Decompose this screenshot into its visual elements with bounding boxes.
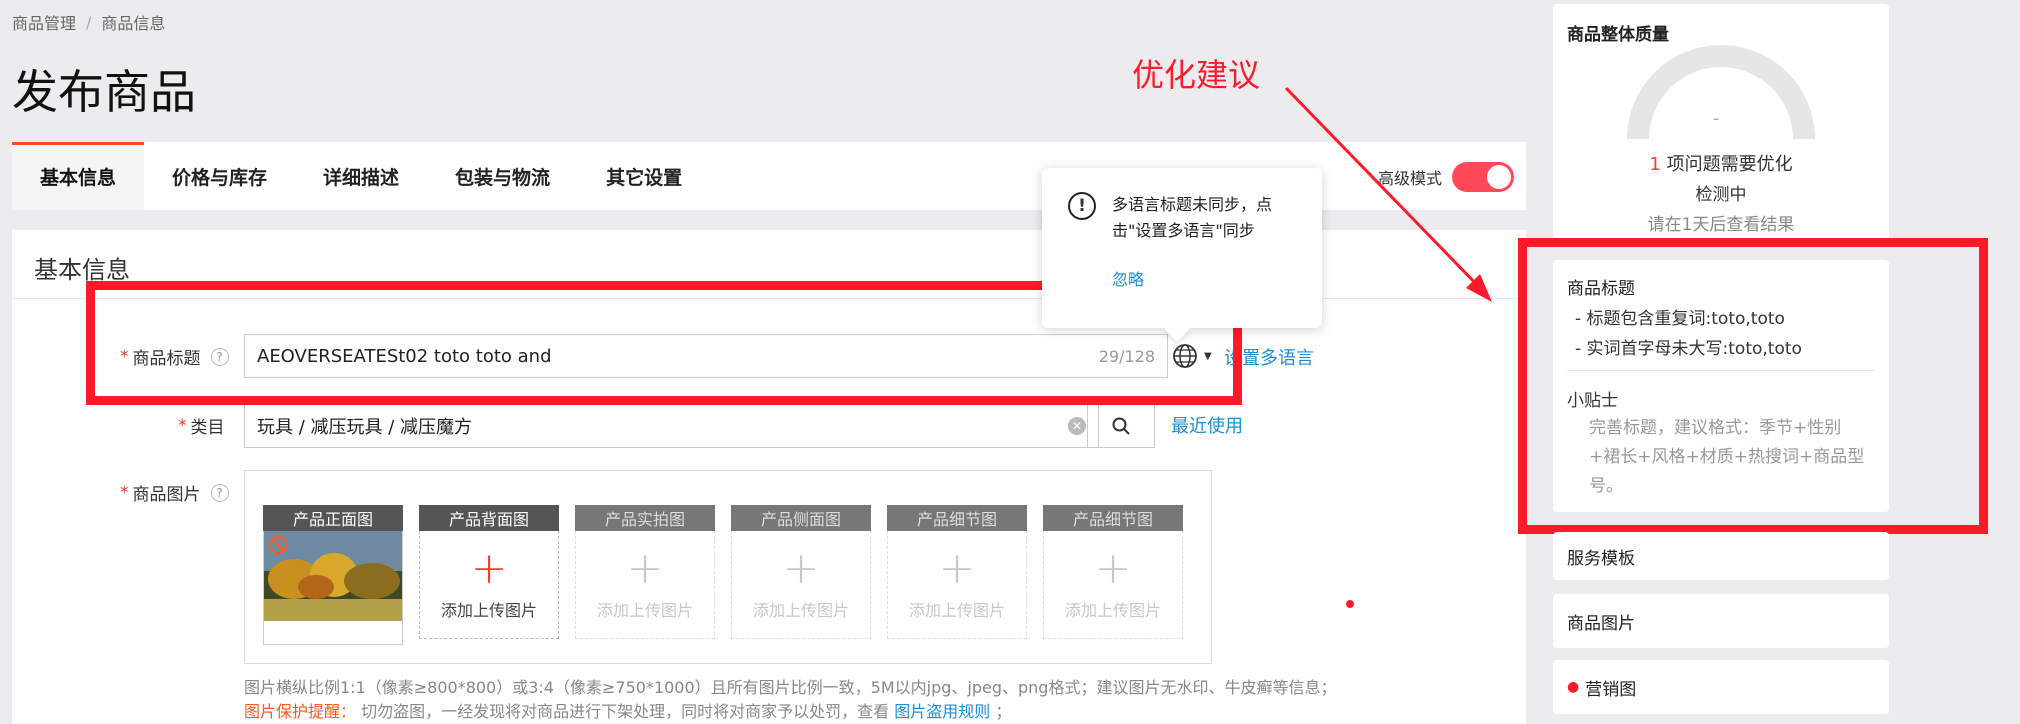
tip-text: 完善标题，建议格式：季节+性别+裙长+风格+材质+热搜词+商品型号。 xyxy=(1589,418,1865,496)
set-multilang-link[interactable]: 设置多语言 xyxy=(1224,344,1314,370)
upload-dropzone: + 添加上传图片 xyxy=(887,531,1027,639)
quality-status: 检测中 xyxy=(1695,185,1747,205)
quality-title: 商品整体质量 xyxy=(1567,25,1669,45)
required-mark: * xyxy=(120,346,129,367)
upload-text: 添加上传图片 xyxy=(596,600,693,620)
warning-icon: ! xyxy=(1068,192,1096,220)
plus-icon: + xyxy=(626,542,664,594)
tab-other-settings[interactable]: 其它设置 xyxy=(578,142,710,210)
protect-label: 图片保护提醒： xyxy=(244,702,357,721)
product-front-image xyxy=(263,531,403,645)
image-slot[interactable]: 产品正面图 xyxy=(263,505,403,645)
plus-icon: + xyxy=(470,542,508,594)
breadcrumb: 商品管理 / 商品信息 xyxy=(12,10,165,34)
tip-title: 小贴士 xyxy=(1567,391,1618,411)
image-upload-area: 产品正面图 产品背面图 + 添加上传图片 产品实拍图 + 添加上传图片 产品侧面… xyxy=(244,470,1212,664)
tab-price-stock[interactable]: 价格与库存 xyxy=(144,142,295,210)
image-slot-label: 产品侧面图 xyxy=(731,505,871,531)
side-nav-label: 营销图 xyxy=(1585,679,1637,700)
quality-hint: 请在1天后查看结果 xyxy=(1647,215,1795,235)
image-slot-label: 产品细节图 xyxy=(887,505,1027,531)
globe-icon xyxy=(1173,344,1197,368)
upload-dropzone: + 添加上传图片 xyxy=(1043,531,1183,639)
image-label: * 商品图片 ? xyxy=(120,480,229,505)
issue-text: 项问题需要优化 xyxy=(1666,154,1793,175)
breadcrumb-separator: / xyxy=(86,12,92,32)
category-input[interactable]: 玩具 / 减压玩具 / 减压魔方 ✕ xyxy=(244,404,1099,448)
breadcrumb-item-product-info[interactable]: 商品信息 xyxy=(101,10,165,34)
side-nav-label: 商品图片 xyxy=(1567,613,1635,634)
search-icon xyxy=(1112,417,1130,435)
category-label-text: 类目 xyxy=(190,418,225,438)
red-dot-marker xyxy=(1346,600,1354,608)
upload-text: 添加上传图片 xyxy=(440,600,537,620)
quality-gauge xyxy=(1627,45,1815,140)
image-slot: 产品细节图 + 添加上传图片 xyxy=(1043,505,1183,645)
upload-dropzone: + 添加上传图片 xyxy=(575,531,715,639)
suggestion-panel: 商品标题 - 标题包含重复词:toto,toto - 实词首字母未大写:toto… xyxy=(1553,260,1889,512)
protect-text: 切勿盗图，一经发现将对商品进行下架处理，同时将对商家予以处罚，查看 xyxy=(361,702,890,721)
plus-icon: + xyxy=(782,542,820,594)
clear-icon[interactable]: ✕ xyxy=(1068,417,1086,435)
image-label-text: 商品图片 xyxy=(132,485,201,505)
category-search-button[interactable] xyxy=(1087,404,1155,448)
upload-dropzone[interactable]: + 添加上传图片 xyxy=(419,531,559,639)
plus-icon: + xyxy=(1094,542,1132,594)
tab-packaging[interactable]: 包装与物流 xyxy=(427,142,578,210)
required-mark: * xyxy=(178,415,187,436)
upload-text: 添加上传图片 xyxy=(908,600,1005,620)
title-input-value: AEOVERSEATESt02 toto toto and xyxy=(257,345,552,367)
side-nav-marketing-image[interactable]: ● 营销图 xyxy=(1553,660,1889,714)
landscape-thumbnail xyxy=(264,531,402,644)
plus-icon: + xyxy=(938,542,976,594)
upload-dropzone: + 添加上传图片 xyxy=(731,531,871,639)
page-title: 发布商品 xyxy=(12,65,196,119)
help-icon[interactable]: ? xyxy=(210,483,229,502)
language-selector[interactable]: ▼ xyxy=(1172,343,1212,369)
divider xyxy=(1567,370,1875,371)
image-slot: 产品侧面图 + 添加上传图片 xyxy=(731,505,871,645)
image-hint: 图片横纵比例1:1（像素≥800*800）或3:4（像素≥750*1000）且所… xyxy=(244,678,1337,697)
breadcrumb-item-product-mgmt[interactable]: 商品管理 xyxy=(12,10,76,34)
image-protect-hint: 图片保护提醒： 切勿盗图，一经发现将对商品进行下架处理，同时将对商家予以处罚，查… xyxy=(244,698,1011,722)
section-title: 基本信息 xyxy=(34,256,130,284)
gauge-value: - xyxy=(1713,108,1720,129)
suggestion-title: 商品标题 xyxy=(1567,279,1635,299)
upload-text: 添加上传图片 xyxy=(1064,600,1161,620)
issue-count: 1 xyxy=(1649,154,1661,175)
issue-summary: 1 项问题需要优化 xyxy=(1553,150,1889,176)
title-char-counter: 29/128 xyxy=(1098,346,1155,366)
suggestion-item: - 实词首字母未大写:toto,toto xyxy=(1575,339,1802,359)
tab-basic-info[interactable]: 基本信息 xyxy=(12,142,145,210)
image-slot-label: 产品背面图 xyxy=(419,505,559,531)
annotation-arrow-icon xyxy=(1284,86,1492,302)
image-slot[interactable]: 产品背面图 + 添加上传图片 xyxy=(419,505,559,645)
error-dot-icon: ● xyxy=(1567,679,1580,695)
side-nav-product-images[interactable]: 商品图片 xyxy=(1553,594,1889,648)
upload-text: 添加上传图片 xyxy=(752,600,849,620)
image-slot: 产品实拍图 + 添加上传图片 xyxy=(575,505,715,645)
side-nav-label: 服务模板 xyxy=(1567,548,1635,569)
quality-panel: 商品整体质量 - 1 项问题需要优化 检测中 请在1天后查看结果 xyxy=(1553,4,1889,240)
caret-down-icon: ▼ xyxy=(1204,350,1212,362)
tab-description[interactable]: 详细描述 xyxy=(295,142,427,210)
title-label: * 商品标题 ? xyxy=(120,344,229,369)
help-icon[interactable]: ? xyxy=(210,347,229,366)
image-slot-label: 产品正面图 xyxy=(263,505,403,531)
image-slot-label: 产品细节图 xyxy=(1043,505,1183,531)
title-label-text: 商品标题 xyxy=(132,349,201,369)
required-mark: * xyxy=(120,482,129,503)
side-nav-service-template[interactable]: 服务模板 xyxy=(1553,532,1889,580)
protect-tail: ； xyxy=(995,702,1012,721)
category-label: * 类目 xyxy=(178,413,225,439)
image-slot-label: 产品实拍图 xyxy=(575,505,715,531)
theft-rules-link[interactable]: 图片盗用规则 xyxy=(894,702,990,721)
annotation-label: 优化建议 xyxy=(1132,56,1261,94)
ignore-link[interactable]: 忽略 xyxy=(1112,266,1144,290)
title-input[interactable]: AEOVERSEATESt02 toto toto and 29/128 xyxy=(244,334,1168,378)
category-input-value: 玩具 / 减压玩具 / 减压魔方 xyxy=(257,417,473,438)
suggestion-item: - 标题包含重复词:toto,toto xyxy=(1575,309,1785,329)
recent-used-link[interactable]: 最近使用 xyxy=(1171,412,1243,438)
image-slot: 产品细节图 + 添加上传图片 xyxy=(887,505,1027,645)
